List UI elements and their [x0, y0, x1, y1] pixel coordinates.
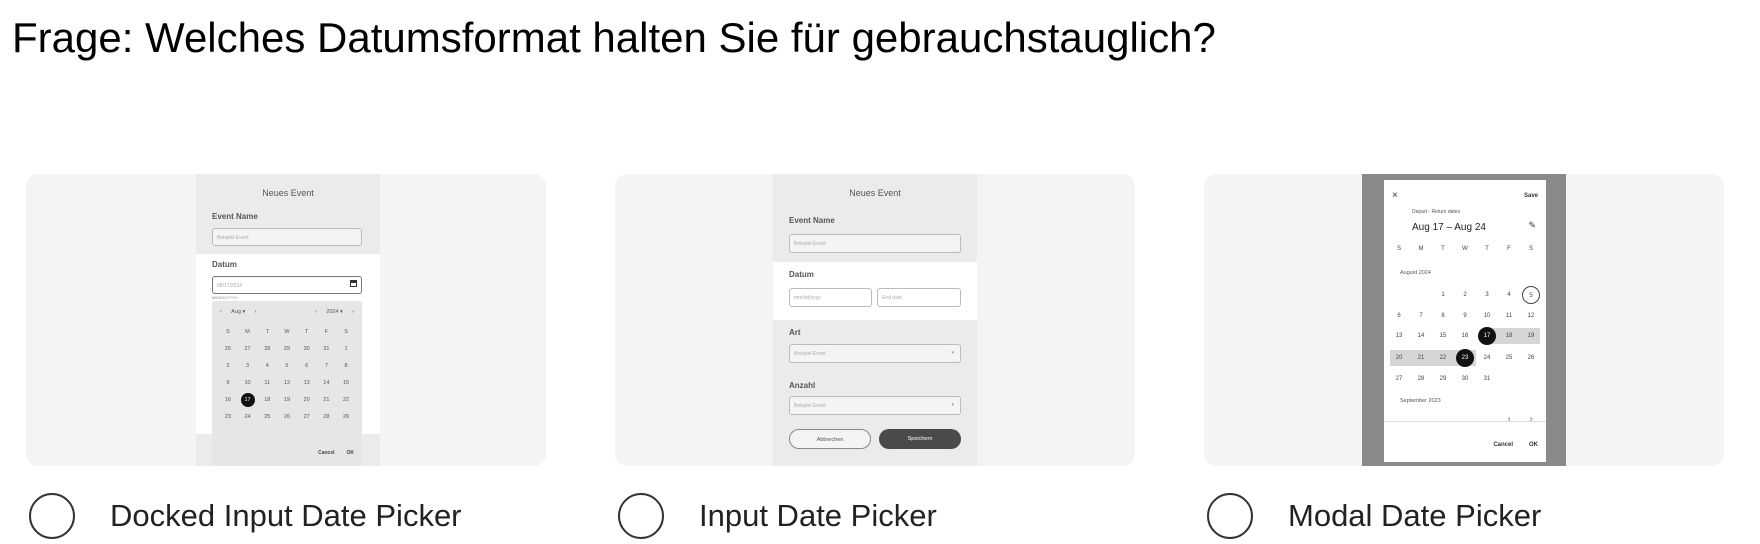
- date-label: Datum: [212, 260, 237, 269]
- phone-mockup: Neues Event Event Name Beispiel Event Da…: [773, 174, 977, 466]
- week-row: 16 17 18 19 20 21 22: [212, 393, 362, 407]
- week-row: 27 28 29 30 31: [1395, 376, 1491, 382]
- range-end-day: 23: [1456, 349, 1474, 367]
- week-row: 26 27 28 29 30 31 1: [224, 346, 348, 352]
- end-date-input: End date: [877, 288, 961, 307]
- phone-mockup: Neues Event Event Name Beispiel Event Da…: [196, 174, 380, 466]
- event-name-input: Beispiel Event: [789, 234, 961, 253]
- modal-subtitle: Depart - Return dates: [1412, 209, 1461, 215]
- event-name-label: Event Name: [789, 216, 835, 225]
- anzahl-label: Anzahl: [789, 381, 816, 390]
- calendar-nav: ‹ Aug ▾ › ‹ 2024 ▾ ›: [220, 309, 354, 315]
- week-row: 2345678: [226, 363, 348, 369]
- divider: [1384, 421, 1546, 422]
- edit-icon: ✎: [1528, 220, 1536, 230]
- month-heading: August 2024: [1400, 270, 1431, 276]
- date-input-value: 08/17/2024: [217, 283, 243, 289]
- selected-range: Aug 17 – Aug 24: [1412, 222, 1486, 233]
- calendar-cancel: Cancel: [318, 450, 335, 456]
- modal-dialog: × Save Depart - Return dates Aug 17 – Au…: [1384, 180, 1546, 462]
- docked-date-picker-preview[interactable]: Neues Event Event Name Beispiel Event Da…: [26, 174, 546, 466]
- docked-calendar: ‹ Aug ▾ › ‹ 2024 ▾ › SMTWTFS 26 27 28 29 30 3…: [212, 301, 362, 466]
- radio-button[interactable]: [618, 493, 664, 539]
- month-heading: September 2023: [1400, 398, 1441, 404]
- week-row: 6 7 8 9 10 11 12: [1397, 313, 1535, 319]
- date-input: 08/17/2024: [212, 276, 362, 294]
- calendar-actions: Cancel OK: [318, 450, 354, 456]
- art-label: Art: [789, 328, 801, 337]
- week-row: 20 21 22 23 24 25 26: [1390, 349, 1540, 367]
- date-format-hint: MM/DD/YYYY: [212, 295, 238, 300]
- option-label: Docked Input Date Picker: [110, 498, 462, 533]
- screen-title: Neues Event: [262, 188, 314, 198]
- start-date-input: mm/dd/yyyy: [789, 288, 872, 307]
- week-row: 13 14 15 16 17 18 19: [1390, 327, 1540, 345]
- weekday-row: SMTWTFS: [1396, 246, 1533, 252]
- modal-ok: OK: [1529, 442, 1538, 448]
- next-month-icon: ›: [254, 309, 257, 315]
- next-year-icon: ›: [352, 309, 354, 315]
- modal-date-picker-preview[interactable]: × Save Depart - Return dates Aug 17 – Au…: [1204, 174, 1724, 466]
- art-select: Beispiel Event ▾: [789, 344, 961, 363]
- event-name-input: Beispiel Event: [212, 228, 362, 246]
- option-label: Input Date Picker: [699, 498, 937, 533]
- screen-title: Neues Event: [849, 188, 901, 198]
- date-label: Datum: [789, 270, 814, 279]
- modal-cancel: Cancel: [1493, 442, 1513, 448]
- option-input-date-picker[interactable]: Input Date Picker: [618, 493, 937, 539]
- event-name-label: Event Name: [212, 212, 258, 221]
- option-docked-input-date-picker[interactable]: Docked Input Date Picker: [29, 493, 462, 539]
- radio-button[interactable]: [29, 493, 75, 539]
- prev-month-icon: ‹: [220, 309, 222, 315]
- prev-year-icon: ‹: [315, 309, 317, 315]
- close-icon: ×: [1392, 190, 1398, 201]
- option-modal-date-picker[interactable]: Modal Date Picker: [1207, 493, 1541, 539]
- range-start-day: 17: [1478, 327, 1496, 345]
- input-date-picker-preview[interactable]: Neues Event Event Name Beispiel Event Da…: [615, 174, 1135, 466]
- week-row: 12345: [1390, 286, 1540, 304]
- anzahl-select: Beispiel Event ▾: [789, 396, 961, 415]
- modal-save: Save: [1523, 193, 1538, 199]
- modal-actions: Cancel OK: [1493, 442, 1538, 448]
- calendar-icon: [350, 280, 357, 287]
- week-row: 23 24 25 26 27 28 29: [224, 414, 350, 420]
- question-title: Frage: Welches Datumsformat halten Sie f…: [12, 14, 1216, 61]
- today-day: 5: [1522, 286, 1540, 304]
- year-select: 2024 ▾: [326, 309, 343, 315]
- option-label: Modal Date Picker: [1288, 498, 1542, 533]
- selected-day: 17: [240, 393, 255, 407]
- cancel-button: Abbrechen: [789, 429, 871, 449]
- week-row: 9 10 11 12 13 14 15: [226, 380, 350, 386]
- month-select: Aug ▾: [231, 309, 246, 315]
- chevron-down-icon: ▾: [951, 350, 954, 356]
- chevron-down-icon: ▾: [951, 402, 954, 408]
- radio-button[interactable]: [1207, 493, 1253, 539]
- calendar-ok: OK: [346, 450, 355, 456]
- save-button: Speichern: [879, 429, 961, 449]
- weekday-row: SMTWTFS: [226, 329, 348, 335]
